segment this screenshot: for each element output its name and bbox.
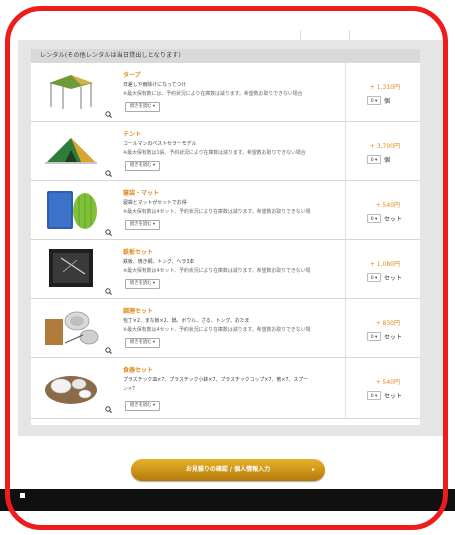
quantity-control: 0 ▾ セット bbox=[367, 390, 402, 400]
zoom-icon[interactable] bbox=[105, 170, 112, 177]
zoom-icon[interactable] bbox=[105, 347, 112, 354]
item-note: ※最大保有数は4セット、予約状況により在庫数は減ります。希望数お取りできない場 bbox=[123, 209, 311, 215]
dome-tent-icon bbox=[41, 128, 101, 172]
item-description: 包丁×2、まな板×2、鍋、ボウル、ざる、トング、おたま bbox=[123, 318, 250, 324]
item-price: + 540円 bbox=[375, 202, 400, 209]
quantity-value: 0 bbox=[370, 157, 374, 163]
quantity-value: 0 bbox=[370, 216, 374, 222]
confirm-quote-label: お見積りの確認 / 個人情報入力 bbox=[185, 466, 271, 473]
quantity-unit: セット bbox=[384, 274, 403, 282]
read-more-button[interactable]: 続きを読む ▾ bbox=[125, 161, 161, 171]
cookware-icon bbox=[41, 305, 101, 349]
quantity-select[interactable]: 0 ▾ bbox=[367, 154, 381, 164]
rental-item-row: テント コールマンのベストセラーモデル ※最大保有数は1張、予約状況により在庫数… bbox=[31, 122, 420, 181]
bottom-bar bbox=[0, 489, 455, 511]
quantity-select[interactable]: 0 ▾ bbox=[367, 95, 381, 105]
bottom-bar-square-icon bbox=[20, 493, 25, 498]
item-description: コールマンのベストセラーモデル bbox=[123, 141, 197, 147]
tableware-icon bbox=[41, 364, 101, 408]
quantity-unit: セット bbox=[384, 333, 403, 341]
column-divider bbox=[345, 299, 346, 357]
zoom-icon[interactable] bbox=[105, 406, 112, 413]
quantity-select[interactable]: 0 ▾ bbox=[367, 213, 381, 223]
rental-item-row: 調理セット 包丁×2、まな板×2、鍋、ボウル、ざる、トング、おたま ※最大保有数… bbox=[31, 299, 420, 358]
item-note: ※最大保有数は4セット、予約状況により在庫数は減ります。希望数お取りできない場 bbox=[123, 268, 311, 274]
column-divider bbox=[345, 63, 346, 121]
item-note: ン×7 bbox=[123, 386, 136, 392]
item-note: ※最大保有数は4セット、予約状況により在庫数は減ります。希望数お取りできない場 bbox=[123, 327, 311, 333]
read-more-button[interactable]: 続きを読む ▾ bbox=[125, 338, 161, 348]
quantity-value: 0 bbox=[370, 334, 374, 340]
item-price: + 3,700円 bbox=[369, 143, 400, 150]
sleeping-bag-icon bbox=[41, 187, 101, 231]
item-title: 調理セット bbox=[123, 308, 154, 315]
quantity-control: 0 ▾ 個 bbox=[367, 95, 390, 105]
column-divider bbox=[345, 240, 346, 298]
item-note: ※最大保有数は1張、予約状況により在庫数は減ります。希望数お取りできない場合 bbox=[123, 150, 306, 156]
quantity-unit: セット bbox=[384, 215, 403, 223]
item-description: 寝袋とマットがセットでお得 bbox=[123, 200, 187, 206]
item-title: テント bbox=[123, 131, 142, 138]
quantity-unit: セット bbox=[384, 392, 403, 400]
rental-section-header: レンタル(その他レンタルは当日貸出しとなります) bbox=[31, 49, 420, 63]
rental-item-row: 鉄板セット 鉄板、焼き網、トング、ヘラ3本 ※最大保有数は4セット、予約状況によ… bbox=[31, 240, 420, 299]
read-more-button[interactable]: 続きを読む ▾ bbox=[125, 102, 161, 112]
item-price: + 1,080円 bbox=[369, 261, 400, 268]
zoom-icon[interactable] bbox=[105, 229, 112, 236]
quantity-control: 0 ▾ セット bbox=[367, 213, 402, 223]
quantity-control: 0 ▾ 個 bbox=[367, 154, 390, 164]
quantity-select[interactable]: 0 ▾ bbox=[367, 390, 381, 400]
item-description: プラスチック皿×7、プラスチック小鉢×7、プラスチックコップ×7、箸×7、スプー bbox=[123, 377, 309, 383]
quantity-select[interactable]: 0 ▾ bbox=[367, 272, 381, 282]
zoom-icon[interactable] bbox=[105, 288, 112, 295]
quantity-unit: 個 bbox=[384, 97, 391, 105]
item-title: 鉄板セット bbox=[123, 249, 154, 256]
arrow-right-icon: ▸ bbox=[311, 466, 315, 473]
item-title: 寝袋・マット bbox=[123, 190, 160, 197]
read-more-button[interactable]: 続きを読む ▾ bbox=[125, 279, 161, 289]
item-note: ※最大保有数には、予約状況により在庫数は減ります。希望数お取りできない場合 bbox=[123, 91, 303, 97]
rental-item-row: 食器セット プラスチック皿×7、プラスチック小鉢×7、プラスチックコップ×7、箸… bbox=[31, 358, 420, 419]
quantity-value: 0 bbox=[370, 98, 374, 104]
column-divider bbox=[345, 358, 346, 418]
read-more-button[interactable]: 続きを読む ▾ bbox=[125, 401, 161, 411]
item-price: + 1,310円 bbox=[369, 84, 400, 91]
item-title: 食器セット bbox=[123, 367, 154, 374]
quantity-value: 0 bbox=[370, 275, 374, 281]
quantity-unit: 個 bbox=[384, 156, 391, 164]
zoom-icon[interactable] bbox=[105, 111, 112, 118]
rental-item-row: タープ 日差しや雨除けになってつけ ※最大保有数には、予約状況により在庫数は減り… bbox=[31, 63, 420, 122]
quantity-value: 0 bbox=[370, 393, 374, 399]
iron-plate-icon bbox=[41, 246, 101, 290]
column-divider bbox=[345, 181, 346, 239]
confirm-quote-button[interactable]: お見積りの確認 / 個人情報入力 ▸ bbox=[131, 459, 325, 481]
quantity-select[interactable]: 0 ▾ bbox=[367, 331, 381, 341]
column-divider bbox=[345, 122, 346, 180]
item-title: タープ bbox=[123, 72, 141, 79]
item-price: + 540円 bbox=[375, 379, 400, 386]
quantity-control: 0 ▾ セット bbox=[367, 272, 402, 282]
item-description: 鉄板、焼き網、トング、ヘラ3本 bbox=[123, 259, 195, 265]
item-price: + 830円 bbox=[375, 320, 400, 327]
rental-item-row: 寝袋・マット 寝袋とマットがセットでお得 ※最大保有数は4セット、予約状況により… bbox=[31, 181, 420, 240]
quantity-control: 0 ▾ セット bbox=[367, 331, 402, 341]
read-more-button[interactable]: 続きを読む ▾ bbox=[125, 220, 161, 230]
tarp-tent-icon bbox=[41, 69, 101, 113]
item-description: 日差しや雨除けになってつけ bbox=[123, 82, 187, 88]
